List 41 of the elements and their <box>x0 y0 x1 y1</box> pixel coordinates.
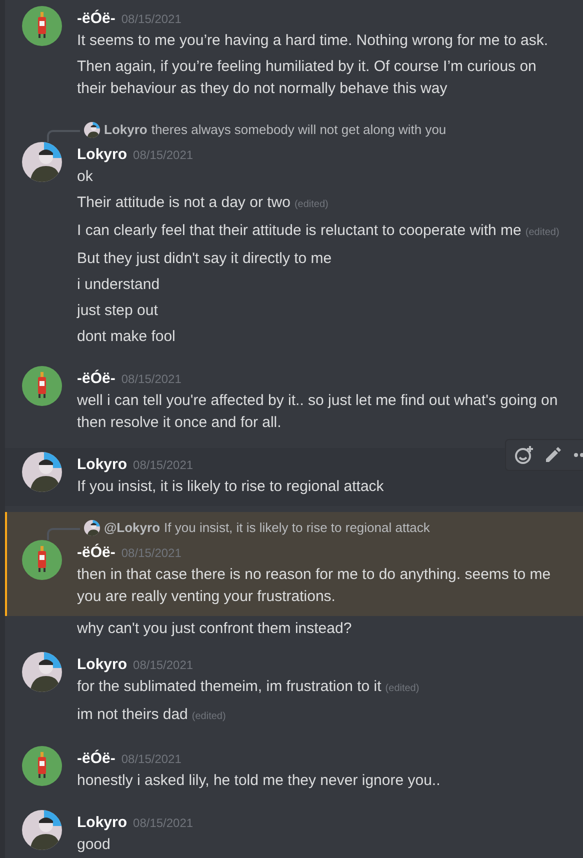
timestamp: 08/15/2021 <box>133 457 194 474</box>
message-text: honestly i asked lily, he told me they never ignore you.. <box>77 772 440 789</box>
timestamp: 08/15/2021 <box>133 147 194 164</box>
timestamp: 08/15/2021 <box>121 11 182 28</box>
edited-label: (edited) <box>192 711 226 722</box>
reply-text[interactable]: theres always somebody will not get along with you <box>151 120 446 140</box>
message-text: for the sublimated themeim, im frustration to it <box>77 678 382 695</box>
username[interactable]: -ëÓë- <box>77 542 116 564</box>
username[interactable]: Lokyro <box>77 144 128 166</box>
message-text: It seems to me you’re having a hard time. Nothing wrong for me to ask. <box>77 32 548 49</box>
message-text: just step out <box>77 302 158 319</box>
message-text: good <box>77 836 110 853</box>
timestamp: 08/15/2021 <box>133 657 194 674</box>
message-text: Their attitude is not a day or two <box>77 194 290 211</box>
username[interactable]: Lokyro <box>77 454 128 476</box>
username[interactable]: -ëÓë- <box>77 368 116 390</box>
message-text: well i can tell you're affected by it.. so just let me find out what's going on then resolve it once and for all. <box>77 392 558 431</box>
message-text: But they just didn't say it directly to me <box>77 250 332 267</box>
message-text: Then again, if you’re feeling humiliated by it. Of course I’m curious on their behaviour as they do not normally behave this way <box>77 58 536 97</box>
message-text: I can clearly feel that their attitude is reluctant to cooperate with me <box>77 222 522 239</box>
message-text: why can't you just confront them instead? <box>77 620 352 637</box>
message-text: im not theirs dad <box>77 706 188 723</box>
username[interactable]: Lokyro <box>77 812 128 834</box>
edited-label: (edited) <box>385 683 420 694</box>
username[interactable]: -ëÓë- <box>77 8 116 30</box>
username[interactable]: -ëÓë- <box>77 748 116 770</box>
message-text: ok <box>77 168 93 185</box>
timestamp: 08/15/2021 <box>121 545 182 562</box>
username[interactable]: Lokyro <box>77 654 128 676</box>
timestamp: 08/15/2021 <box>121 371 182 388</box>
reply-author[interactable]: Lokyro <box>104 120 148 140</box>
message-text: dont make fool <box>77 328 176 345</box>
timestamp: 08/15/2021 <box>133 815 194 832</box>
timestamp: 08/15/2021 <box>121 751 182 768</box>
message-text: If you insist, it is likely to rise to regional attack <box>77 478 384 495</box>
reply-text[interactable]: If you insist, it is likely to rise to regional attack <box>164 518 430 538</box>
message-text: i understand <box>77 276 160 293</box>
edited-label: (edited) <box>294 199 328 210</box>
reply-author[interactable]: @Lokyro <box>104 518 160 538</box>
edited-label: (edited) <box>525 227 560 238</box>
message-text: then in that case there is no reason for me to do anything. seems to me you are really venting your frustrations. <box>77 566 551 605</box>
